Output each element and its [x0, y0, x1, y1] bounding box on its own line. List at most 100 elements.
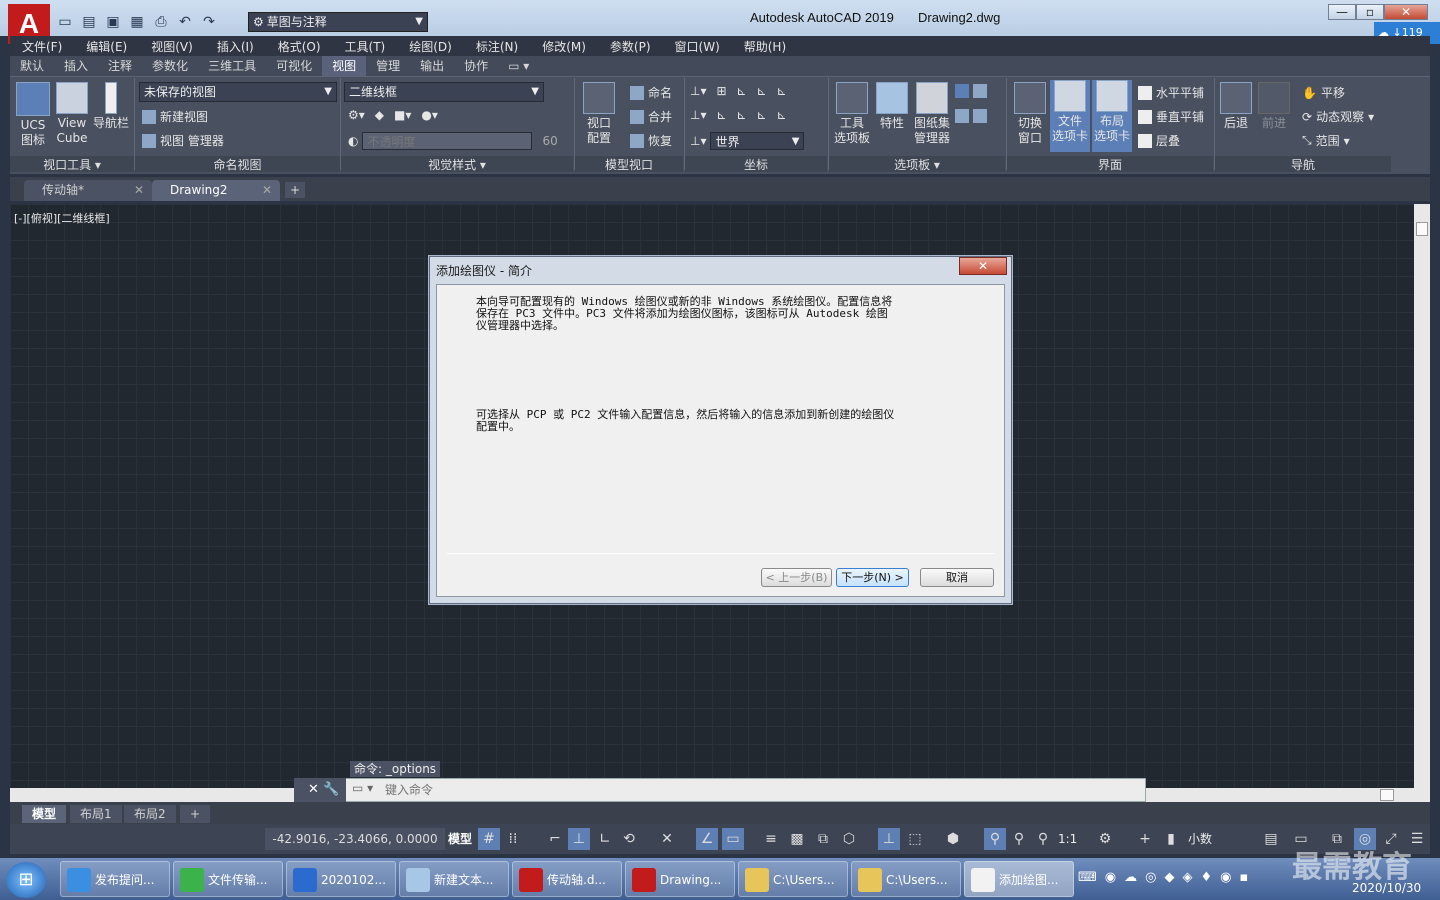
tab-visualize[interactable]: 可视化 — [266, 56, 322, 76]
new-view-button[interactable]: 新建视图 — [142, 108, 208, 125]
menu-format[interactable]: 格式(O) — [266, 38, 333, 55]
ucs-3point-icon[interactable]: ⊾ — [777, 108, 787, 122]
external-references-icon[interactable] — [955, 109, 969, 123]
task-autocad-drawing[interactable]: Drawing... — [625, 861, 735, 897]
viewport-controls[interactable]: [-][俯视][二维线框] — [14, 210, 110, 226]
viewport-join-button[interactable]: 合并 — [630, 108, 672, 125]
command-prompt-icon[interactable]: ▭ ▾ — [352, 781, 378, 799]
viewport-restore-button[interactable]: 恢复 — [630, 132, 672, 149]
vertical-scrollbar[interactable] — [1414, 204, 1430, 788]
dynamic-ucs-icon[interactable]: ⊥ — [878, 828, 900, 850]
task-ie[interactable]: 发布提问... — [60, 861, 170, 897]
zoom-extents-button[interactable]: ⤡ 范围 ▾ — [1302, 132, 1350, 149]
workspace-select[interactable]: ⚙ 草图与注释 ▼ — [248, 12, 428, 32]
tab-view[interactable]: 视图 — [322, 56, 367, 76]
file-tabs-button[interactable]: 文件 选项卡 — [1050, 80, 1090, 152]
layout-tab-2[interactable]: 布局2 — [124, 805, 176, 823]
ucs-x-icon[interactable]: ⊾ — [737, 84, 747, 98]
close-icon[interactable]: ✕ — [134, 180, 144, 200]
object-snap-tracking-icon[interactable]: ∠ — [696, 828, 718, 850]
grid-icon[interactable]: # — [478, 828, 500, 850]
task-word[interactable]: 2020102... — [286, 861, 396, 897]
panel-title-visual-styles[interactable]: 视觉样式 ▾ — [341, 156, 573, 172]
tile-vertical-button[interactable]: 垂直平铺 — [1138, 108, 1204, 125]
save-as-icon[interactable]: ▦ — [126, 11, 148, 33]
ucs-view-icon[interactable]: ⊾ — [716, 108, 726, 122]
ribbon-options-icon[interactable]: ▭ ▾ — [498, 56, 539, 76]
object-snap-icon[interactable]: ▭ — [722, 828, 744, 850]
menu-help[interactable]: 帮助(H) — [732, 38, 798, 55]
ucs-face-icon[interactable]: ⊾ — [757, 108, 767, 122]
wrench-icon[interactable]: 🔧 — [323, 782, 339, 797]
panel-title-palettes[interactable]: 选项板 ▾ — [829, 156, 1005, 172]
task-explorer-2[interactable]: C:\Users... — [851, 861, 961, 897]
command-input[interactable] — [385, 782, 1125, 798]
clock-date[interactable]: 2020/10/30 — [1352, 881, 1421, 895]
layout-tabs-button[interactable]: 布局 选项卡 — [1092, 80, 1132, 152]
tab-manage[interactable]: 管理 — [366, 56, 410, 76]
tab-parametric[interactable]: 参数化 — [142, 56, 198, 76]
ortho-icon[interactable]: ∟ — [594, 828, 616, 850]
system-tray-icons[interactable]: ⌨◉☁◎◆◈♦◉▪ — [1078, 870, 1256, 885]
lighting-icon[interactable]: ●▾ — [421, 108, 438, 122]
next-button[interactable]: 下一步(N) > — [836, 568, 909, 587]
add-layout-button[interactable]: + — [180, 805, 211, 823]
named-view-select[interactable]: 未保存的视图 ▼ — [139, 82, 337, 102]
ucs-y-icon[interactable]: ⊾ — [757, 84, 767, 98]
menu-dimension[interactable]: 标注(N) — [464, 38, 530, 55]
quick-properties-icon[interactable]: ▤ — [1260, 828, 1282, 850]
shadows-icon[interactable]: ◆ — [375, 108, 384, 122]
annotation-visibility-icon[interactable]: ⚲ — [984, 828, 1006, 850]
calculator-icon[interactable] — [972, 109, 987, 123]
tool-palettes-button[interactable]: 工具 选项板 — [832, 82, 872, 146]
opacity-slider[interactable]: 不透明度 — [362, 132, 533, 150]
annotation-scale-value[interactable]: 1:1 — [1058, 828, 1077, 850]
orbit-button[interactable]: ⟳ 动态观察 ▾ — [1302, 108, 1374, 125]
ucs-world-select[interactable]: 世界 ▼ — [710, 132, 805, 150]
menu-parametric[interactable]: 参数(P) — [598, 38, 663, 55]
ucs-z-icon[interactable]: ⊾ — [777, 84, 787, 98]
new-icon[interactable]: ▭ — [54, 11, 76, 33]
model-space-toggle[interactable]: 模型 — [448, 828, 472, 850]
command-line-icon[interactable] — [955, 84, 969, 98]
task-wechat[interactable]: 文件传输... — [173, 861, 283, 897]
pan-button[interactable]: ✋ 平移 — [1302, 84, 1345, 101]
undo-icon[interactable]: ↶ — [174, 11, 196, 33]
menu-insert[interactable]: 插入(I) — [205, 38, 266, 55]
edge-effects-icon[interactable]: ⚙▾ — [348, 108, 365, 122]
units-select[interactable]: 小数 — [1188, 828, 1212, 850]
auto-scale-icon[interactable]: ⚲ — [1008, 828, 1030, 850]
maximize-button[interactable]: ▫ — [1356, 4, 1384, 20]
task-notepad[interactable]: 新建文本... — [399, 861, 509, 897]
ucs-icon[interactable]: ⊥▾ — [690, 84, 706, 98]
doc-tab-drawing2[interactable]: Drawing2 ✕ — [152, 180, 280, 201]
visual-style-select[interactable]: 二维线框 ▼ — [344, 82, 544, 102]
redo-icon[interactable]: ↷ — [198, 11, 220, 33]
panel-title-viewport-tools[interactable]: 视口工具 ▾ — [10, 156, 134, 172]
scroll-thumb[interactable] — [1380, 789, 1394, 801]
tile-horizontal-button[interactable]: 水平平铺 — [1138, 84, 1204, 101]
task-explorer-1[interactable]: C:\Users... — [738, 861, 848, 897]
tab-3d-tools[interactable]: 三维工具 — [198, 56, 266, 76]
minimize-button[interactable]: — — [1328, 4, 1356, 20]
viewport-config-button[interactable]: 视口 配置 — [580, 82, 618, 146]
tab-collaborate[interactable]: 协作 — [454, 56, 498, 76]
lineweight-icon[interactable]: ≡ — [760, 828, 782, 850]
dialog-close-button[interactable]: ✕ — [959, 257, 1007, 275]
menu-tools[interactable]: 工具(T) — [333, 38, 398, 55]
dynamic-input-icon[interactable]: ⊥ — [568, 828, 590, 850]
menu-window[interactable]: 窗口(W) — [663, 38, 732, 55]
ucs-named-icon[interactable]: ⊞ — [716, 84, 726, 98]
annotation-monitor-icon[interactable]: + — [1134, 828, 1156, 850]
layout-tab-model[interactable]: 模型 — [22, 805, 67, 823]
print-icon[interactable]: ⎙ — [150, 11, 172, 33]
cancel-button[interactable]: 取消 — [920, 568, 994, 587]
start-button[interactable]: ⊞ — [6, 862, 46, 898]
tab-output[interactable]: 输出 — [410, 56, 454, 76]
back-button[interactable]: < 上一步(B) — [761, 568, 832, 587]
selection-cycling-icon[interactable]: ⧉ — [812, 828, 834, 850]
view-forward-button[interactable]: 前进 — [1256, 82, 1292, 131]
tab-insert[interactable]: 插入 — [54, 56, 98, 76]
snap-icon[interactable]: ⁞⁞ — [502, 828, 524, 850]
save-icon[interactable]: ▣ — [102, 11, 124, 33]
